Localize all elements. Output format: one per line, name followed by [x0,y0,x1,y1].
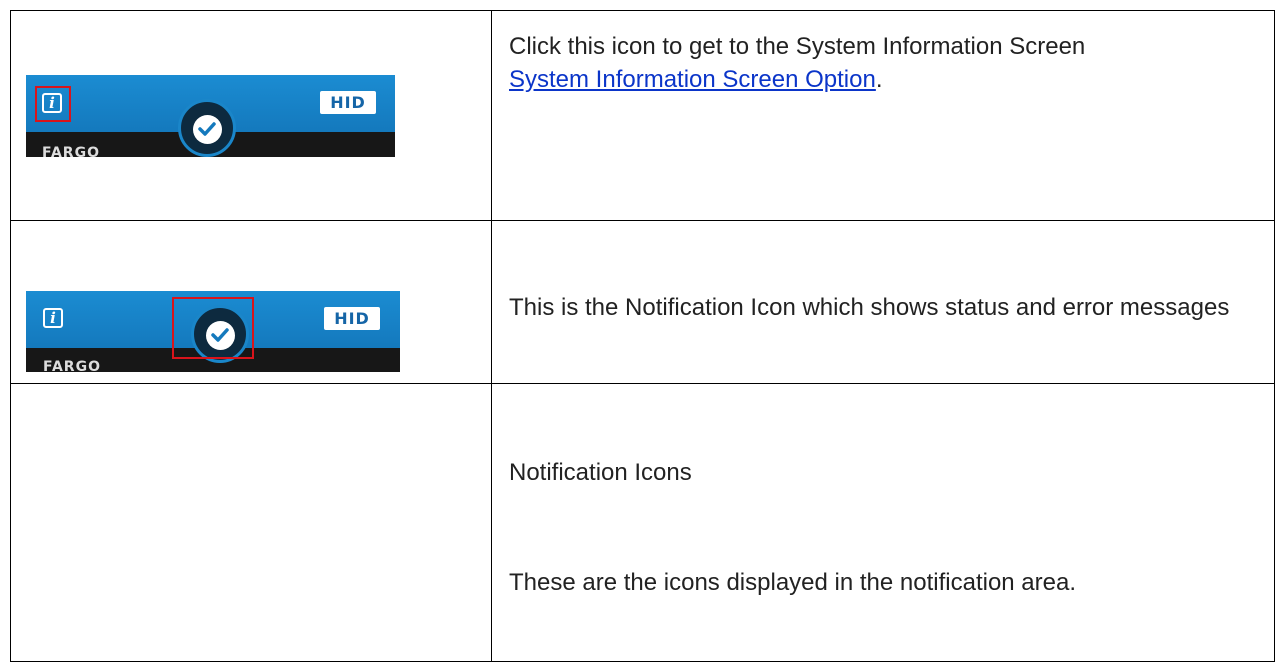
description-text: Click this icon to get to the System Inf… [509,33,1086,60]
description-text: This is the Notification Icon which show… [509,294,1230,321]
table-row: Notification Icons These are the icons d… [10,383,1275,662]
row-description: This is the Notification Icon which show… [509,291,1254,324]
fargo-brand-text: FARGO [42,145,100,157]
trailing-period: . [875,66,883,93]
hid-logo: HID [320,91,376,114]
highlight-box [172,297,254,359]
printer-header-screenshot: i HID FARGO [26,291,400,372]
table-row: i HID FARGO Click this icon to get to th… [10,10,1275,221]
fargo-brand-text: FARGO [43,359,101,372]
hid-logo: HID [324,307,380,330]
highlight-box [35,86,71,122]
help-table: i HID FARGO Click this icon to get to th… [10,10,1275,662]
system-information-link[interactable]: System Information Screen Option [509,66,876,93]
image-cell [10,383,492,662]
row-description: Click this icon to get to the System Inf… [509,30,1254,96]
description-cell: Notification Icons These are the icons d… [491,383,1275,662]
notification-icon [178,99,236,157]
image-cell: i HID FARGO [10,220,492,384]
table-row: i HID FARGO This is the Notification Ico… [10,220,1275,384]
description-cell: This is the Notification Icon which show… [491,220,1275,384]
image-cell: i HID FARGO [10,10,492,221]
check-circle-icon [193,115,222,144]
section-description: These are the icons displayed in the not… [509,569,1077,596]
section-heading: Notification Icons [509,459,692,486]
printer-header-screenshot: i HID FARGO [26,75,395,157]
info-icon: i [43,308,63,328]
description-cell: Click this icon to get to the System Inf… [491,10,1275,221]
